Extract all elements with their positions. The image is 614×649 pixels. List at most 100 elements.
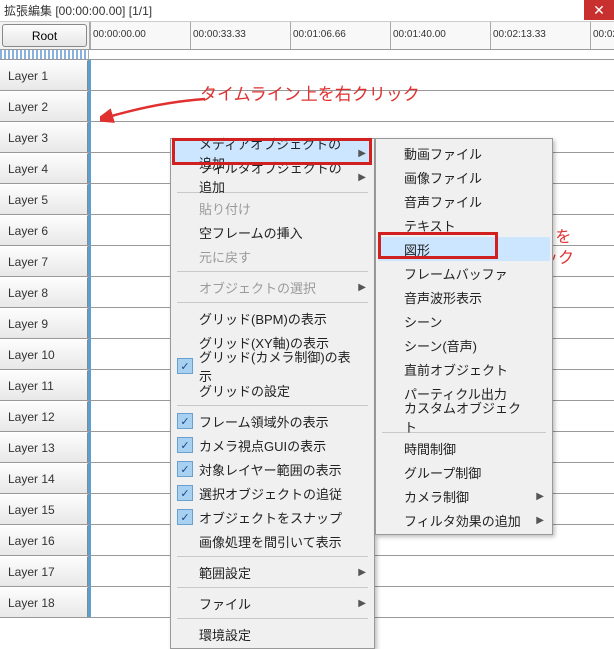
layer-label[interactable]: Layer 14 [0,463,88,493]
context-menu-item[interactable]: 空フレームの挿入 [173,220,372,244]
context-menu-item[interactable]: ✓フレーム領域外の表示 [173,409,372,433]
submenu-arrow-icon: ▶ [536,515,544,526]
menu-separator [177,556,368,557]
menu-item-label: 動画ファイル [404,144,482,163]
menu-item-label: テキスト [404,216,456,235]
layer-label[interactable]: Layer 5 [0,184,88,214]
menu-item-label: フレーム領域外の表示 [199,412,329,431]
menu-item-label: 環境設定 [199,625,251,644]
layer-label[interactable]: Layer 1 [0,60,88,90]
menu-item-label: フィルタオブジェクトの追加 [199,158,354,196]
context-menu-item[interactable]: ✓ カメラ視点GUIの表示 [173,433,372,457]
submenu-item[interactable]: 画像ファイル [378,165,550,189]
context-menu-item[interactable]: ✓ 対象レイヤー範囲の表示 [173,457,372,481]
layer-label[interactable]: Layer 7 [0,246,88,276]
submenu-arrow-icon: ▶ [358,282,366,293]
submenu-item[interactable]: フレームバッファ [378,261,550,285]
menu-item-label: 図形 [404,240,430,259]
submenu-item[interactable]: カスタムオブジェクト [378,405,550,429]
check-icon: ✓ [177,461,193,477]
layer-label[interactable]: Layer 9 [0,308,88,338]
menu-item-label: 貼り付け [199,199,251,218]
layer-label[interactable]: Layer 2 [0,91,88,121]
timeline-scrollbar[interactable] [0,50,88,60]
menu-item-label: 画像処理を間引いて表示 [199,532,342,551]
layer-label[interactable]: Layer 6 [0,215,88,245]
check-icon: ✓ [177,437,193,453]
context-menu-item[interactable]: 環境設定 [173,622,372,646]
context-menu-item[interactable]: ✓オブジェクトをスナップ [173,505,372,529]
submenu-item[interactable]: 動画ファイル [378,141,550,165]
menu-item-label: グリッド(BPM)の表示 [199,309,327,328]
close-button[interactable]: ✕ [584,0,614,20]
layer-track[interactable] [88,60,614,90]
ruler-tick: 00:00:33.33 [190,22,246,49]
submenu-item[interactable]: カメラ制御 ▶ [378,484,550,508]
menu-item-label: カメラ視点GUIの表示 [199,436,326,455]
ruler-tick: 00:01:06.66 [290,22,346,49]
context-menu-item[interactable]: グリッドの設定 [173,378,372,402]
ruler-tick: 00:02:13.33 [490,22,546,49]
context-menu-item[interactable]: 画像処理を間引いて表示 [173,529,372,553]
layer-label[interactable]: Layer 12 [0,401,88,431]
menu-item-label: 元に戻す [199,247,251,266]
check-icon: ✓ [177,358,193,374]
menu-item-label: 選択オブジェクトの追従 [199,484,342,503]
submenu-item[interactable]: シーン(音声) [378,333,550,357]
menu-item-label: カメラ制御 [404,487,469,506]
ruler-tick: 00:02 [590,22,614,49]
check-icon: ✓ [177,485,193,501]
layer-label[interactable]: Layer 13 [0,432,88,462]
menu-item-label: オブジェクトをスナップ [199,508,342,527]
layer-row: Layer 2 [0,91,614,122]
layer-label[interactable]: Layer 11 [0,370,88,400]
submenu-arrow-icon: ▶ [358,567,366,578]
submenu-item[interactable]: シーン [378,309,550,333]
context-menu-item[interactable]: ファイル ▶ [173,591,372,615]
context-menu-item[interactable]: フィルタオブジェクトの追加▶ [173,165,372,189]
layer-label[interactable]: Layer 16 [0,525,88,555]
layer-label[interactable]: Layer 8 [0,277,88,307]
timeline-ruler[interactable]: 00:00:00.0000:00:33.3300:01:06.6600:01:4… [89,22,614,49]
layer-label[interactable]: Layer 15 [0,494,88,524]
menu-separator [177,302,368,303]
menu-item-label: グループ制御 [404,463,481,482]
menu-item-label: シーン(音声) [404,336,477,355]
menu-item-label: 対象レイヤー範囲の表示 [199,460,342,479]
toolbar: Root 00:00:00.0000:00:33.3300:01:06.6600… [0,22,614,50]
submenu-arrow-icon: ▶ [358,148,366,159]
submenu-item[interactable]: 時間制御 [378,436,550,460]
root-button[interactable]: Root [2,24,87,47]
layer-label[interactable]: Layer 10 [0,339,88,369]
submenu-item[interactable]: グループ制御 [378,460,550,484]
context-menu-item[interactable]: ✓ 選択オブジェクトの追従 [173,481,372,505]
menu-separator [177,587,368,588]
menu-separator [177,405,368,406]
submenu-arrow-icon: ▶ [358,172,366,183]
menu-item-label: ファイル [199,594,251,613]
menu-item-label: カスタムオブジェクト [404,398,532,436]
submenu-item[interactable]: 音声波形表示 [378,285,550,309]
submenu-item[interactable]: フィルタ効果の追加▶ [378,508,550,532]
submenu-item[interactable]: テキスト [378,213,550,237]
layer-label[interactable]: Layer 17 [0,556,88,586]
context-menu-item[interactable]: ✓グリッド(カメラ制御)の表示 [173,354,372,378]
context-menu-item: 貼り付け [173,196,372,220]
ruler-tick: 00:01:40.00 [390,22,446,49]
context-menu: メディアオブジェクトの追加▶フィルタオブジェクトの追加▶貼り付け空フレームの挿入… [170,138,375,649]
layer-label[interactable]: Layer 4 [0,153,88,183]
menu-item-label: 音声波形表示 [404,288,482,307]
layer-label[interactable]: Layer 18 [0,587,88,617]
submenu-item[interactable]: 直前オブジェクト [378,357,550,381]
submenu-arrow-icon: ▶ [536,491,544,502]
layer-row: Layer 1 [0,60,614,91]
submenu-item[interactable]: 音声ファイル [378,189,550,213]
context-menu-item[interactable]: 範囲設定 ▶ [173,560,372,584]
context-menu-item: オブジェクトの選択▶ [173,275,372,299]
menu-item-label: 範囲設定 [199,563,251,582]
submenu-arrow-icon: ▶ [358,598,366,609]
layer-label[interactable]: Layer 3 [0,122,88,152]
submenu-item[interactable]: 図形 [378,237,550,261]
layer-track[interactable] [88,91,614,121]
context-menu-item[interactable]: グリッド(BPM)の表示 [173,306,372,330]
